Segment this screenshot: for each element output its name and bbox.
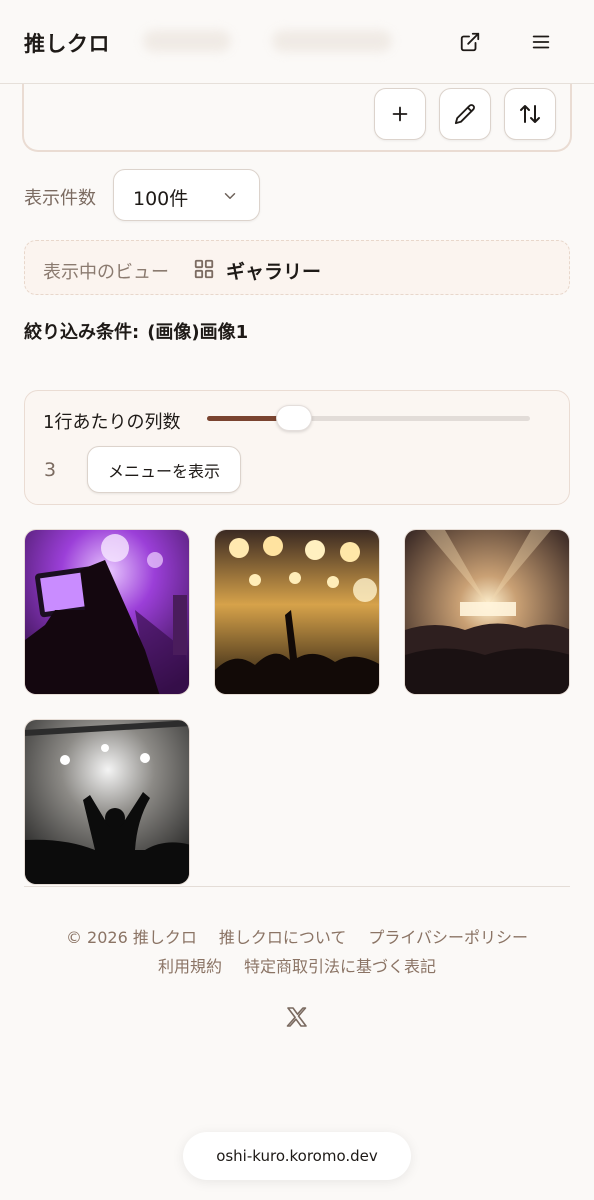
display-count-value: 100件 (133, 188, 189, 210)
sort-button[interactable] (504, 88, 556, 140)
footer-link-about[interactable]: 推しクロについて (219, 928, 347, 947)
filter-value: (画像)画像1 (147, 322, 249, 343)
hamburger-menu-icon (532, 35, 550, 49)
sort-arrows-icon (520, 105, 540, 123)
gallery-image-concert-silhouette[interactable] (24, 719, 190, 885)
footer-link-terms[interactable]: 利用規約 (158, 957, 222, 976)
slider-thumb[interactable] (276, 405, 312, 431)
browser-url-bar[interactable]: oshi-kuro.koromo.dev (183, 1132, 411, 1180)
show-menu-button[interactable]: メニューを表示 (87, 446, 241, 493)
current-view-label: 表示中のビュー (43, 262, 169, 283)
grid-icon (194, 259, 214, 279)
menu-button[interactable] (523, 24, 559, 60)
footer-copyright: © 2026 推しクロ (65, 928, 197, 947)
blurred-nav-link (272, 30, 392, 52)
filter-condition: 絞り込み条件: (画像)画像1 (24, 318, 256, 344)
footer-link-privacy[interactable]: プライバシーポリシー (368, 928, 528, 947)
app-header: 推しクロ (0, 0, 594, 84)
footer-links-row-1: © 2026 推しクロ 推しクロについて プライバシーポリシー (0, 924, 594, 948)
gallery-image-concert-golden[interactable] (214, 529, 380, 695)
add-button[interactable] (374, 88, 426, 140)
columns-title: 1行あたりの列数 (43, 412, 181, 433)
current-view-name: ギャラリー (226, 261, 322, 283)
gallery-image-concert-stage[interactable] (404, 529, 570, 695)
gallery-image-concert-phone[interactable] (24, 529, 190, 695)
display-count-select[interactable]: 100件 (113, 169, 260, 221)
external-link-button[interactable] (452, 24, 488, 60)
footer-links-row-2: 利用規約 特定商取引法に基づく表記 (0, 953, 594, 977)
x-logo-icon[interactable] (285, 1005, 309, 1029)
plus-icon (392, 106, 408, 122)
footer-divider (24, 886, 570, 887)
blurred-nav-link (143, 30, 231, 52)
edit-button[interactable] (439, 88, 491, 140)
filter-label: 絞り込み条件: (24, 322, 140, 343)
pencil-icon (454, 104, 475, 125)
footer-link-tokushoho[interactable]: 特定商取引法に基づく表記 (244, 957, 436, 976)
current-view-box: 表示中のビュー ギャラリー (24, 240, 570, 295)
external-link-icon (460, 32, 480, 52)
chevron-down-icon (224, 193, 236, 199)
brand-logo[interactable]: 推しクロ (24, 28, 110, 58)
columns-slider[interactable] (207, 416, 530, 421)
columns-value: 3 (44, 459, 57, 481)
columns-card: 1行あたりの列数 3 メニューを表示 (24, 390, 570, 505)
display-count-label: 表示件数 (24, 188, 96, 209)
